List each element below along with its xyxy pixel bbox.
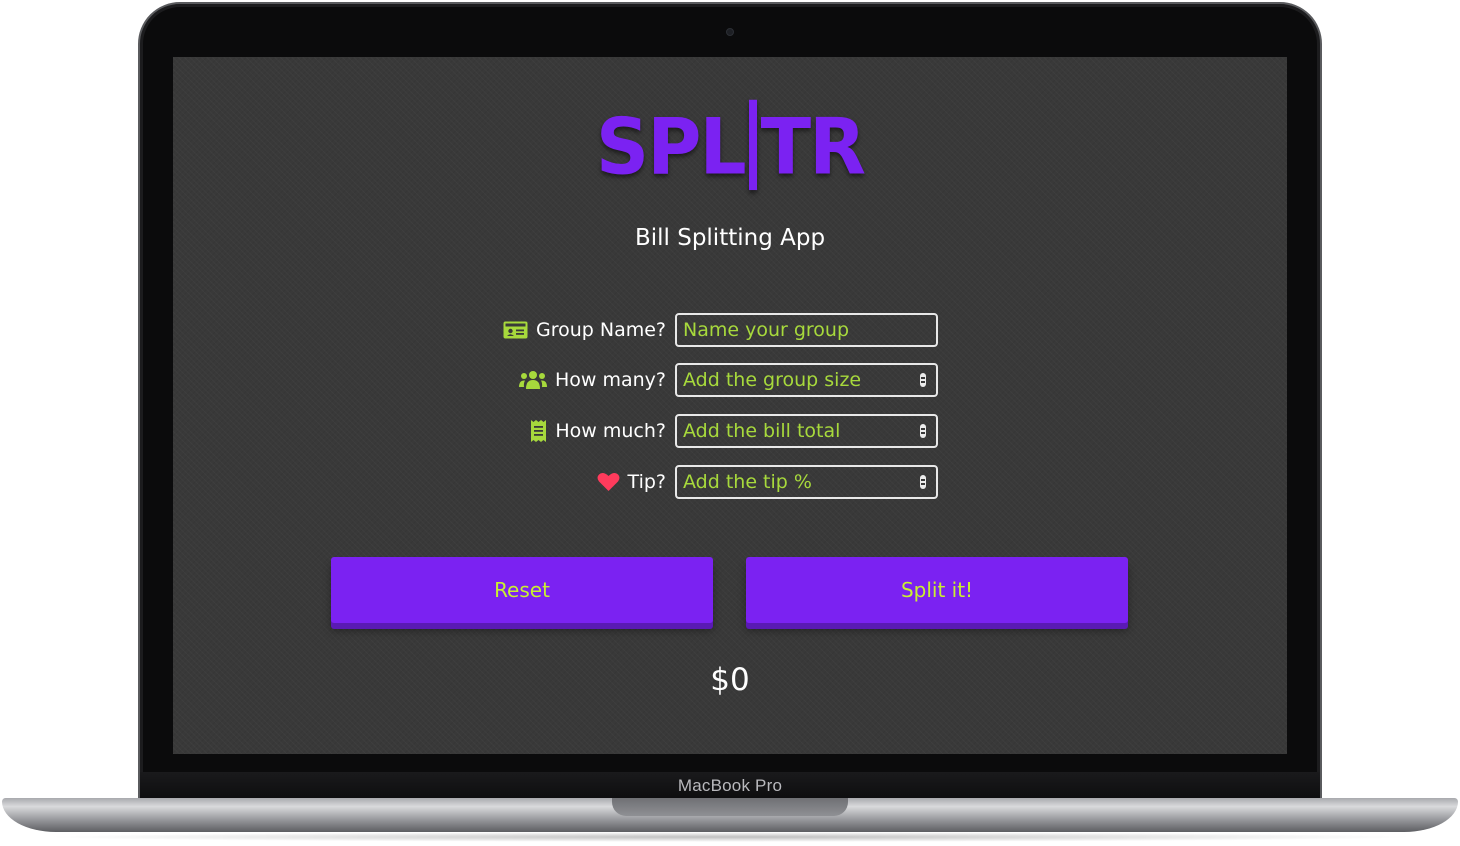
bill-total-label: How much?: [530, 414, 666, 448]
group-size-row: How many?: [173, 363, 1287, 397]
bill-total-input[interactable]: [675, 414, 938, 448]
tip-label: Tip?: [597, 465, 666, 499]
group-size-label: How many?: [518, 363, 666, 397]
tip-label-text: Tip?: [627, 471, 666, 493]
app-logo: SPL TR: [173, 99, 1287, 195]
camera-icon: [726, 28, 734, 36]
reset-button[interactable]: Reset: [331, 557, 713, 623]
logo-bar: [748, 99, 757, 191]
tip-stepper[interactable]: [920, 475, 926, 489]
group-name-label: Group Name?: [503, 313, 666, 347]
group-name-input[interactable]: [675, 313, 938, 347]
logo-text-left: SPL: [595, 101, 747, 193]
group-name-label-text: Group Name?: [535, 319, 666, 341]
per-person-total: $0: [710, 662, 750, 698]
device-label: MacBook Pro: [677, 776, 783, 795]
tip-input[interactable]: [675, 465, 938, 499]
group-size-label-text: How many?: [554, 369, 666, 391]
laptop-notch: [612, 798, 848, 816]
app-subtitle: Bill Splitting App: [634, 225, 826, 251]
group-size-stepper[interactable]: [920, 373, 926, 387]
users-icon: [518, 370, 547, 390]
id-card-icon: [503, 321, 528, 339]
group-name-row: Group Name?: [173, 313, 1287, 347]
receipt-icon: [530, 420, 547, 442]
app-screen: SPLTR Bill Splitting App Group Name? How…: [173, 57, 1287, 754]
split-button[interactable]: Split it!: [746, 557, 1128, 623]
heart-icon: [597, 472, 620, 492]
logo-text-right: TR: [760, 101, 866, 193]
group-size-input[interactable]: [675, 363, 938, 397]
bill-total-row: How much?: [173, 414, 1287, 448]
tip-row: Tip?: [173, 465, 1287, 499]
bill-total-stepper[interactable]: [920, 424, 926, 438]
bill-total-label-text: How much?: [555, 420, 666, 442]
laptop-shadow: [40, 832, 1420, 842]
